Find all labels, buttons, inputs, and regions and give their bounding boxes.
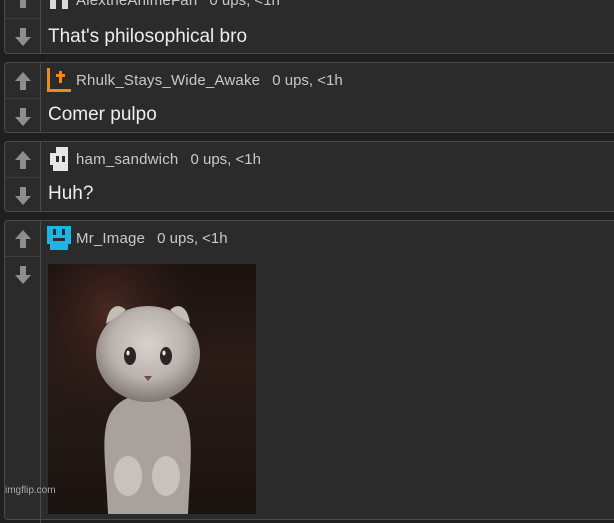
upvote-button[interactable] xyxy=(5,63,40,99)
downvote-button[interactable] xyxy=(5,98,40,135)
upvote-button[interactable] xyxy=(5,221,40,257)
comment-meta: 0 ups, <1h xyxy=(272,71,343,89)
vote-column xyxy=(5,0,41,53)
arrow-up-icon xyxy=(14,151,31,169)
upvote-button[interactable] xyxy=(5,0,40,17)
comment-card: Mr_Image 0 ups, <1h xyxy=(4,220,614,523)
arrow-up-icon xyxy=(19,0,26,8)
comment-text: That's philosophical bro xyxy=(48,26,248,47)
arrow-up-icon xyxy=(14,72,31,90)
username-link[interactable]: AlextheAnimeFan xyxy=(76,0,197,9)
arrow-up-icon xyxy=(14,230,31,248)
comment-meta: 0 ups, <1h xyxy=(209,0,280,9)
username-link[interactable]: Mr_Image xyxy=(76,230,145,247)
orange-pixel-avatar-icon[interactable] xyxy=(47,68,71,92)
vote-column xyxy=(5,142,41,211)
comment-header: ham_sandwich 0 ups, <1h xyxy=(47,144,261,174)
cat-image xyxy=(48,264,256,514)
vote-column xyxy=(5,63,41,132)
comment-header: AlextheAnimeFan 0 ups, <1h xyxy=(47,0,280,15)
downvote-button[interactable] xyxy=(5,18,40,55)
arrow-down-icon xyxy=(14,187,31,205)
arrow-down-icon xyxy=(14,28,31,46)
vote-column xyxy=(5,221,41,293)
imgflip-watermark: imgflip.com xyxy=(5,485,56,496)
comment-image[interactable] xyxy=(48,264,256,514)
comment-text: Comer pulpo xyxy=(48,104,157,125)
arrow-down-icon xyxy=(14,266,31,284)
comment-header: Rhulk_Stays_Wide_Awake 0 ups, <1h xyxy=(47,65,343,95)
downvote-button[interactable] xyxy=(5,177,40,214)
comment-text: Huh? xyxy=(48,183,94,204)
white-pixel-avatar-icon[interactable] xyxy=(47,0,71,12)
downvote-button[interactable] xyxy=(5,256,40,293)
comment-meta: 0 ups, <1h xyxy=(157,229,228,247)
username-link[interactable]: ham_sandwich xyxy=(76,151,178,168)
arrow-down-icon xyxy=(14,108,31,126)
white-pixel-avatar-icon[interactable] xyxy=(47,147,71,171)
upvote-button[interactable] xyxy=(5,142,40,178)
comment-card: ham_sandwich 0 ups, <1h Huh? xyxy=(4,141,614,212)
comment-meta: 0 ups, <1h xyxy=(190,150,261,168)
comment-header: Mr_Image 0 ups, <1h xyxy=(47,223,228,253)
blue-pixel-avatar-icon[interactable] xyxy=(47,226,71,250)
comment-card: AlextheAnimeFan 0 ups, <1h That's philos… xyxy=(4,0,614,54)
username-link[interactable]: Rhulk_Stays_Wide_Awake xyxy=(76,72,260,89)
comment-card: Rhulk_Stays_Wide_Awake 0 ups, <1h Comer … xyxy=(4,62,614,133)
